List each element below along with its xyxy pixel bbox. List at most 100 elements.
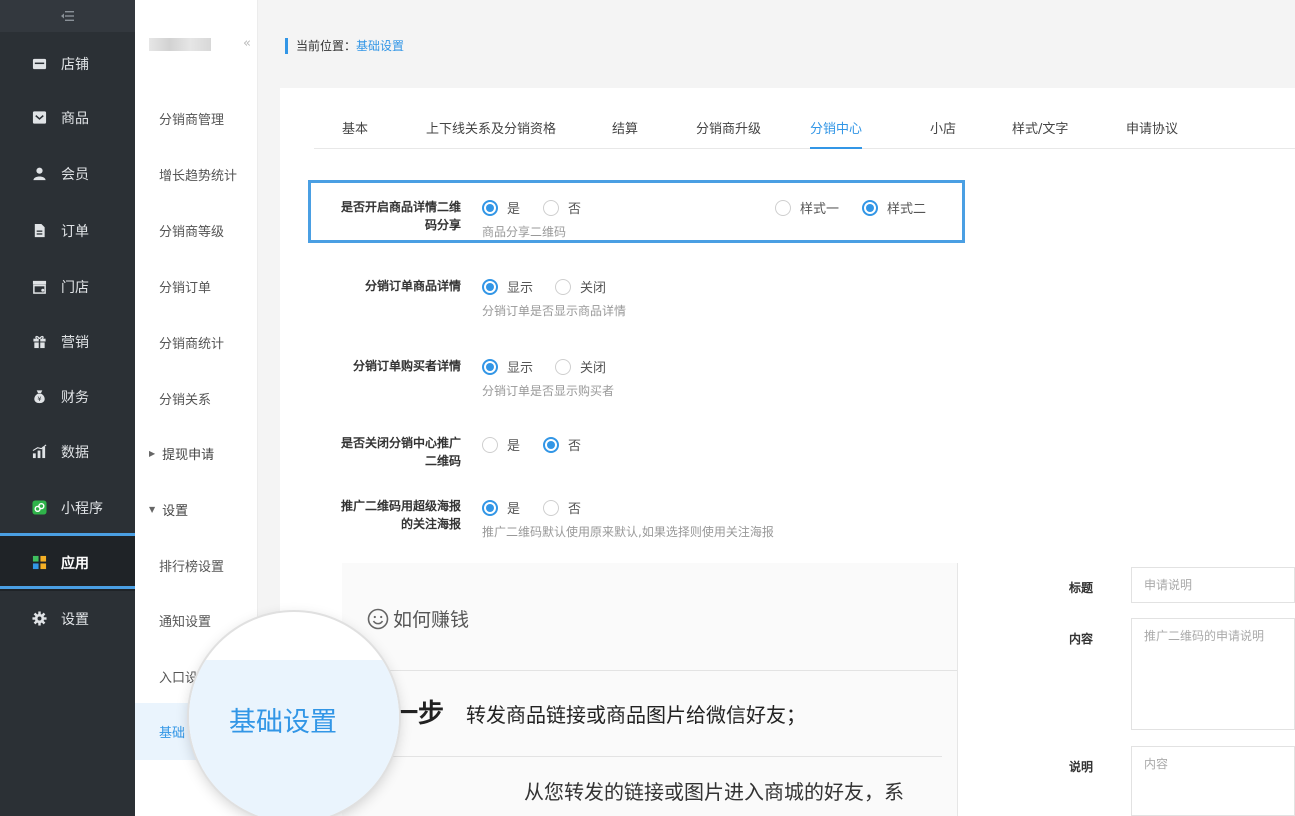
nav-label: 设置 (61, 611, 89, 628)
main-content: 基本 上下线关系及分销资格 结算 分销商升级 分销中心 小店 样式/文字 申请协… (280, 88, 1295, 816)
radio-label: 显示 (507, 281, 534, 296)
divider (382, 756, 942, 757)
svg-text:¥: ¥ (37, 395, 41, 403)
goods-detail-hide-radio[interactable]: 关闭 (555, 277, 606, 296)
setting-hint: 分销订单是否显示商品详情 (482, 304, 627, 318)
subnav-label: 增长趋势统计 (159, 169, 238, 184)
nav-item-member[interactable]: 会员 (0, 145, 135, 202)
subnav-label: 基础 (159, 726, 186, 741)
nav-item-finance[interactable]: ¥ 财务 (0, 368, 135, 425)
top-bar: 当前位置：基础设置 (258, 0, 1295, 88)
title-input[interactable]: 申请说明 (1131, 567, 1295, 603)
breadcrumb-current[interactable]: 基础设置 (356, 39, 404, 53)
radio-dot (482, 436, 498, 453)
subnav-item[interactable]: 分销关系 (135, 370, 258, 427)
breadcrumb-prefix: 当前位置： (296, 39, 357, 53)
sidebar-toggle[interactable] (0, 0, 135, 32)
blurred-logo (149, 38, 211, 51)
tab-distribution-center[interactable]: 分销中心 (810, 118, 863, 149)
step-text: 转发商品链接或商品图片给微信好友； (466, 703, 807, 727)
nav-item-mini-program[interactable]: 小程序 (0, 479, 135, 536)
subnav-label: 分销商统计 (159, 337, 225, 352)
nav-label: 数据 (61, 444, 89, 461)
apps-icon (31, 555, 47, 571)
subnav-item[interactable]: 分销商管理 (135, 90, 258, 147)
nav-label: 订单 (61, 223, 89, 240)
radio-label: 否 (568, 202, 582, 217)
goods-detail-show-radio[interactable]: 显示 (482, 277, 533, 296)
radio-label: 关闭 (580, 361, 607, 376)
content-textarea[interactable]: 推广二维码的申请说明 (1131, 618, 1295, 730)
subnav-label: 通知设置 (159, 615, 212, 630)
subnav-group-settings[interactable]: ▼ 设置 (135, 481, 258, 538)
setting-hint: 商品分享二维码 (482, 225, 567, 239)
super-poster-no-radio[interactable]: 否 (543, 498, 581, 517)
nav-label: 应用 (61, 555, 89, 572)
nav-item-settings[interactable]: 设置 (0, 590, 135, 647)
radio-label: 样式一 (800, 202, 840, 217)
setting-label: 是否关闭分销中心推广 二维码 (340, 436, 461, 468)
gift-icon (31, 334, 47, 350)
tab-basic[interactable]: 基本 (342, 118, 368, 149)
subnav-item[interactable]: 分销商统计 (135, 314, 258, 371)
nav-label: 门店 (61, 279, 89, 296)
close-promo-yes-radio[interactable]: 是 (482, 435, 520, 454)
main-sidebar: 店铺 商品 会员 订单 门店 营销 ¥ 财务 数据 小程序 应用 设置 (0, 0, 135, 816)
qr-share-no-radio[interactable]: 否 (543, 198, 581, 217)
nav-item-apps[interactable]: 应用 (0, 534, 135, 591)
nav-label: 营销 (61, 334, 89, 351)
subnav-label: 设置 (162, 504, 189, 519)
content-label: 内容 (1069, 632, 1094, 646)
qr-share-yes-radio[interactable]: 是 (482, 198, 520, 217)
order-icon (31, 223, 47, 239)
close-promo-no-radio[interactable]: 否 (543, 435, 581, 454)
radio-dot (775, 199, 791, 216)
subnav-item[interactable]: 增长趋势统计 (135, 146, 258, 203)
nav-item-goods[interactable]: 商品 (0, 89, 135, 146)
setting-hint: 分销订单是否显示购买者 (482, 384, 615, 398)
caret-down-icon: ▼ (149, 505, 156, 514)
subnav-label: 分销商管理 (159, 113, 225, 128)
radio-dot (482, 499, 498, 516)
tab-settlement[interactable]: 结算 (612, 118, 638, 149)
tab-agreement[interactable]: 申请协议 (1126, 118, 1178, 149)
radio-dot (862, 199, 878, 216)
setting-label: 分销订单商品详情 (364, 279, 461, 293)
subnav-group-withdraw[interactable]: ▶ 提现申请 (135, 425, 258, 482)
nav-item-marketing[interactable]: 营销 (0, 313, 135, 370)
buyer-detail-show-radio[interactable]: 显示 (482, 357, 533, 376)
nav-item-store[interactable]: 店铺 (0, 35, 135, 92)
radio-dot (482, 278, 498, 295)
radio-dot (482, 199, 498, 216)
caret-right-icon: ▶ (149, 449, 156, 458)
subnav-item[interactable]: 分销商等级 (135, 202, 258, 259)
subnav-item[interactable]: 排行榜设置 (135, 537, 258, 594)
setting-hint: 推广二维码默认使用原来默认,如果选择则使用关注海报 (482, 525, 774, 539)
tab-mini-shop[interactable]: 小店 (930, 118, 956, 149)
style-one-radio[interactable]: 样式一 (775, 198, 839, 217)
tab-style-text[interactable]: 样式/文字 (1012, 118, 1068, 149)
note-textarea[interactable]: 内容 (1131, 746, 1295, 816)
setting-label: 分销订单购买者详情 (352, 359, 461, 373)
radio-label: 显示 (507, 361, 534, 376)
subnav-label: 分销商等级 (159, 225, 225, 240)
super-poster-yes-radio[interactable]: 是 (482, 498, 520, 517)
tab-relations[interactable]: 上下线关系及分销资格 (426, 118, 556, 149)
radio-label: 是 (507, 439, 521, 454)
store-icon (31, 56, 47, 72)
settings-tabs: 基本 上下线关系及分销资格 结算 分销商升级 分销中心 小店 样式/文字 申请协… (314, 88, 1295, 149)
nav-item-order[interactable]: 订单 (0, 202, 135, 259)
tab-upgrade[interactable]: 分销商升级 (696, 118, 761, 149)
subnav-label: 分销关系 (159, 393, 212, 408)
subnav-label: 分销订单 (159, 281, 212, 296)
nav-item-data[interactable]: 数据 (0, 423, 135, 480)
subnav-item[interactable]: 分销订单 (135, 258, 258, 315)
style-two-radio[interactable]: 样式二 (862, 198, 926, 217)
collapse-sidebar-icon[interactable]: « (243, 36, 251, 51)
magnified-label: 基础设置 (229, 707, 337, 738)
buyer-detail-hide-radio[interactable]: 关闭 (555, 357, 606, 376)
nav-item-shop[interactable]: 门店 (0, 258, 135, 315)
smile-icon (367, 608, 389, 629)
shop-icon (31, 279, 47, 295)
preview-step: 一步 转发商品链接或商品图片给微信好友； (392, 693, 806, 730)
